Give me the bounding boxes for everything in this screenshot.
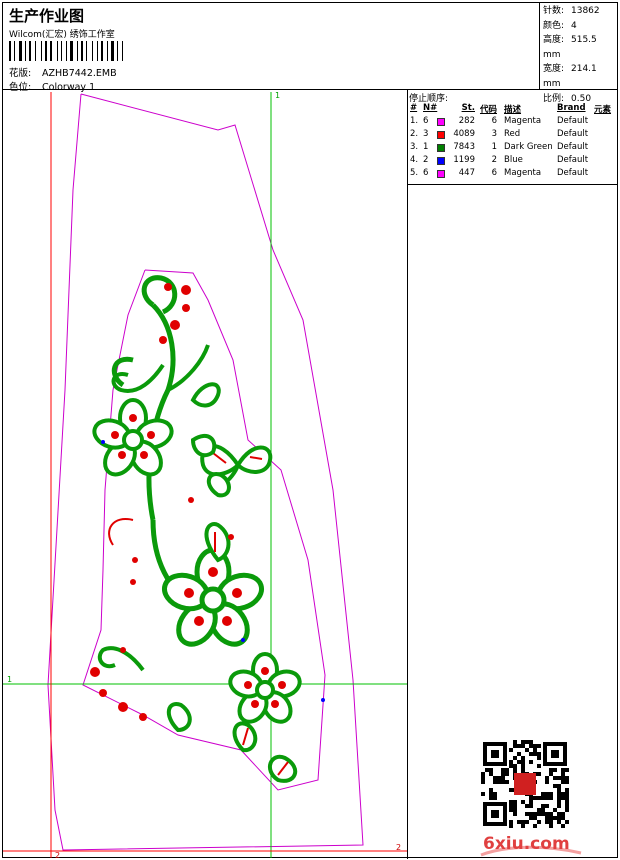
stop-sequence-table: # N# St. 代码 描述 Brand 元素 1. 6 282 6 Magenta De… — [409, 103, 617, 181]
design-name: AZHB7442.EMB — [42, 68, 117, 79]
production-sheet: 生产作业图 Wilcom(汇宏) 绣饰工作室 花版: AZHB7442.EMB … — [2, 2, 619, 859]
barcode — [9, 41, 123, 61]
stop-row: 5. 6 447 6 Magenta Default — [410, 168, 589, 178]
spec-height: 高度: 515.5 mm — [543, 35, 597, 60]
stop-table-header: # N# St. 代码 描述 Brand 元素 — [410, 103, 612, 115]
color-swatch — [437, 144, 445, 152]
qr-code — [481, 740, 569, 828]
header-info: 生产作业图 Wilcom(汇宏) 绣饰工作室 花版: AZHB7442.EMB … — [7, 5, 537, 93]
watermark-text: 6xiu.com — [483, 834, 570, 854]
spec-colors: 颜色: 4 — [543, 20, 577, 31]
guide-label-top: 1 — [275, 91, 280, 100]
stop-row: 3. 1 7843 1 Dark Green Default — [410, 142, 589, 152]
color-swatch — [437, 170, 445, 178]
color-swatch — [437, 157, 445, 165]
spec-panel: 针数: 13862 颜色: 4 高度: 515.5 mm 宽度: 214.1 mm 比例… — [539, 3, 619, 104]
color-swatch — [437, 118, 445, 126]
guide-label-bottom: 2 — [55, 851, 60, 858]
color-swatch — [437, 131, 445, 139]
sheet-title: 生产作业图 — [9, 7, 85, 25]
design-canvas: 1 1 2 2 — [3, 91, 407, 858]
embroidery-motif — [90, 275, 325, 783]
guide-label-left: 1 — [7, 675, 12, 684]
spec-stitches: 针数: 13862 — [543, 6, 600, 16]
panel-divider — [407, 89, 408, 859]
seal-icon — [514, 773, 536, 795]
stop-row: 2. 3 4089 3 Red Default — [410, 129, 589, 139]
spec-width: 宽度: 214.1 mm — [543, 64, 597, 89]
company-name: Wilcom(汇宏) 绣饰工作室 — [9, 30, 115, 40]
design-row: 花版: AZHB7442.EMB — [9, 65, 117, 79]
watermark-logo: 6xiu.com — [480, 834, 582, 857]
design-label: 花版: — [9, 68, 32, 79]
stop-table-divider — [407, 184, 617, 185]
stop-row: 4. 2 1199 2 Blue Default — [410, 155, 589, 165]
stop-row: 1. 6 282 6 Magenta Default — [410, 116, 589, 126]
guide-label-right: 2 — [396, 843, 401, 852]
